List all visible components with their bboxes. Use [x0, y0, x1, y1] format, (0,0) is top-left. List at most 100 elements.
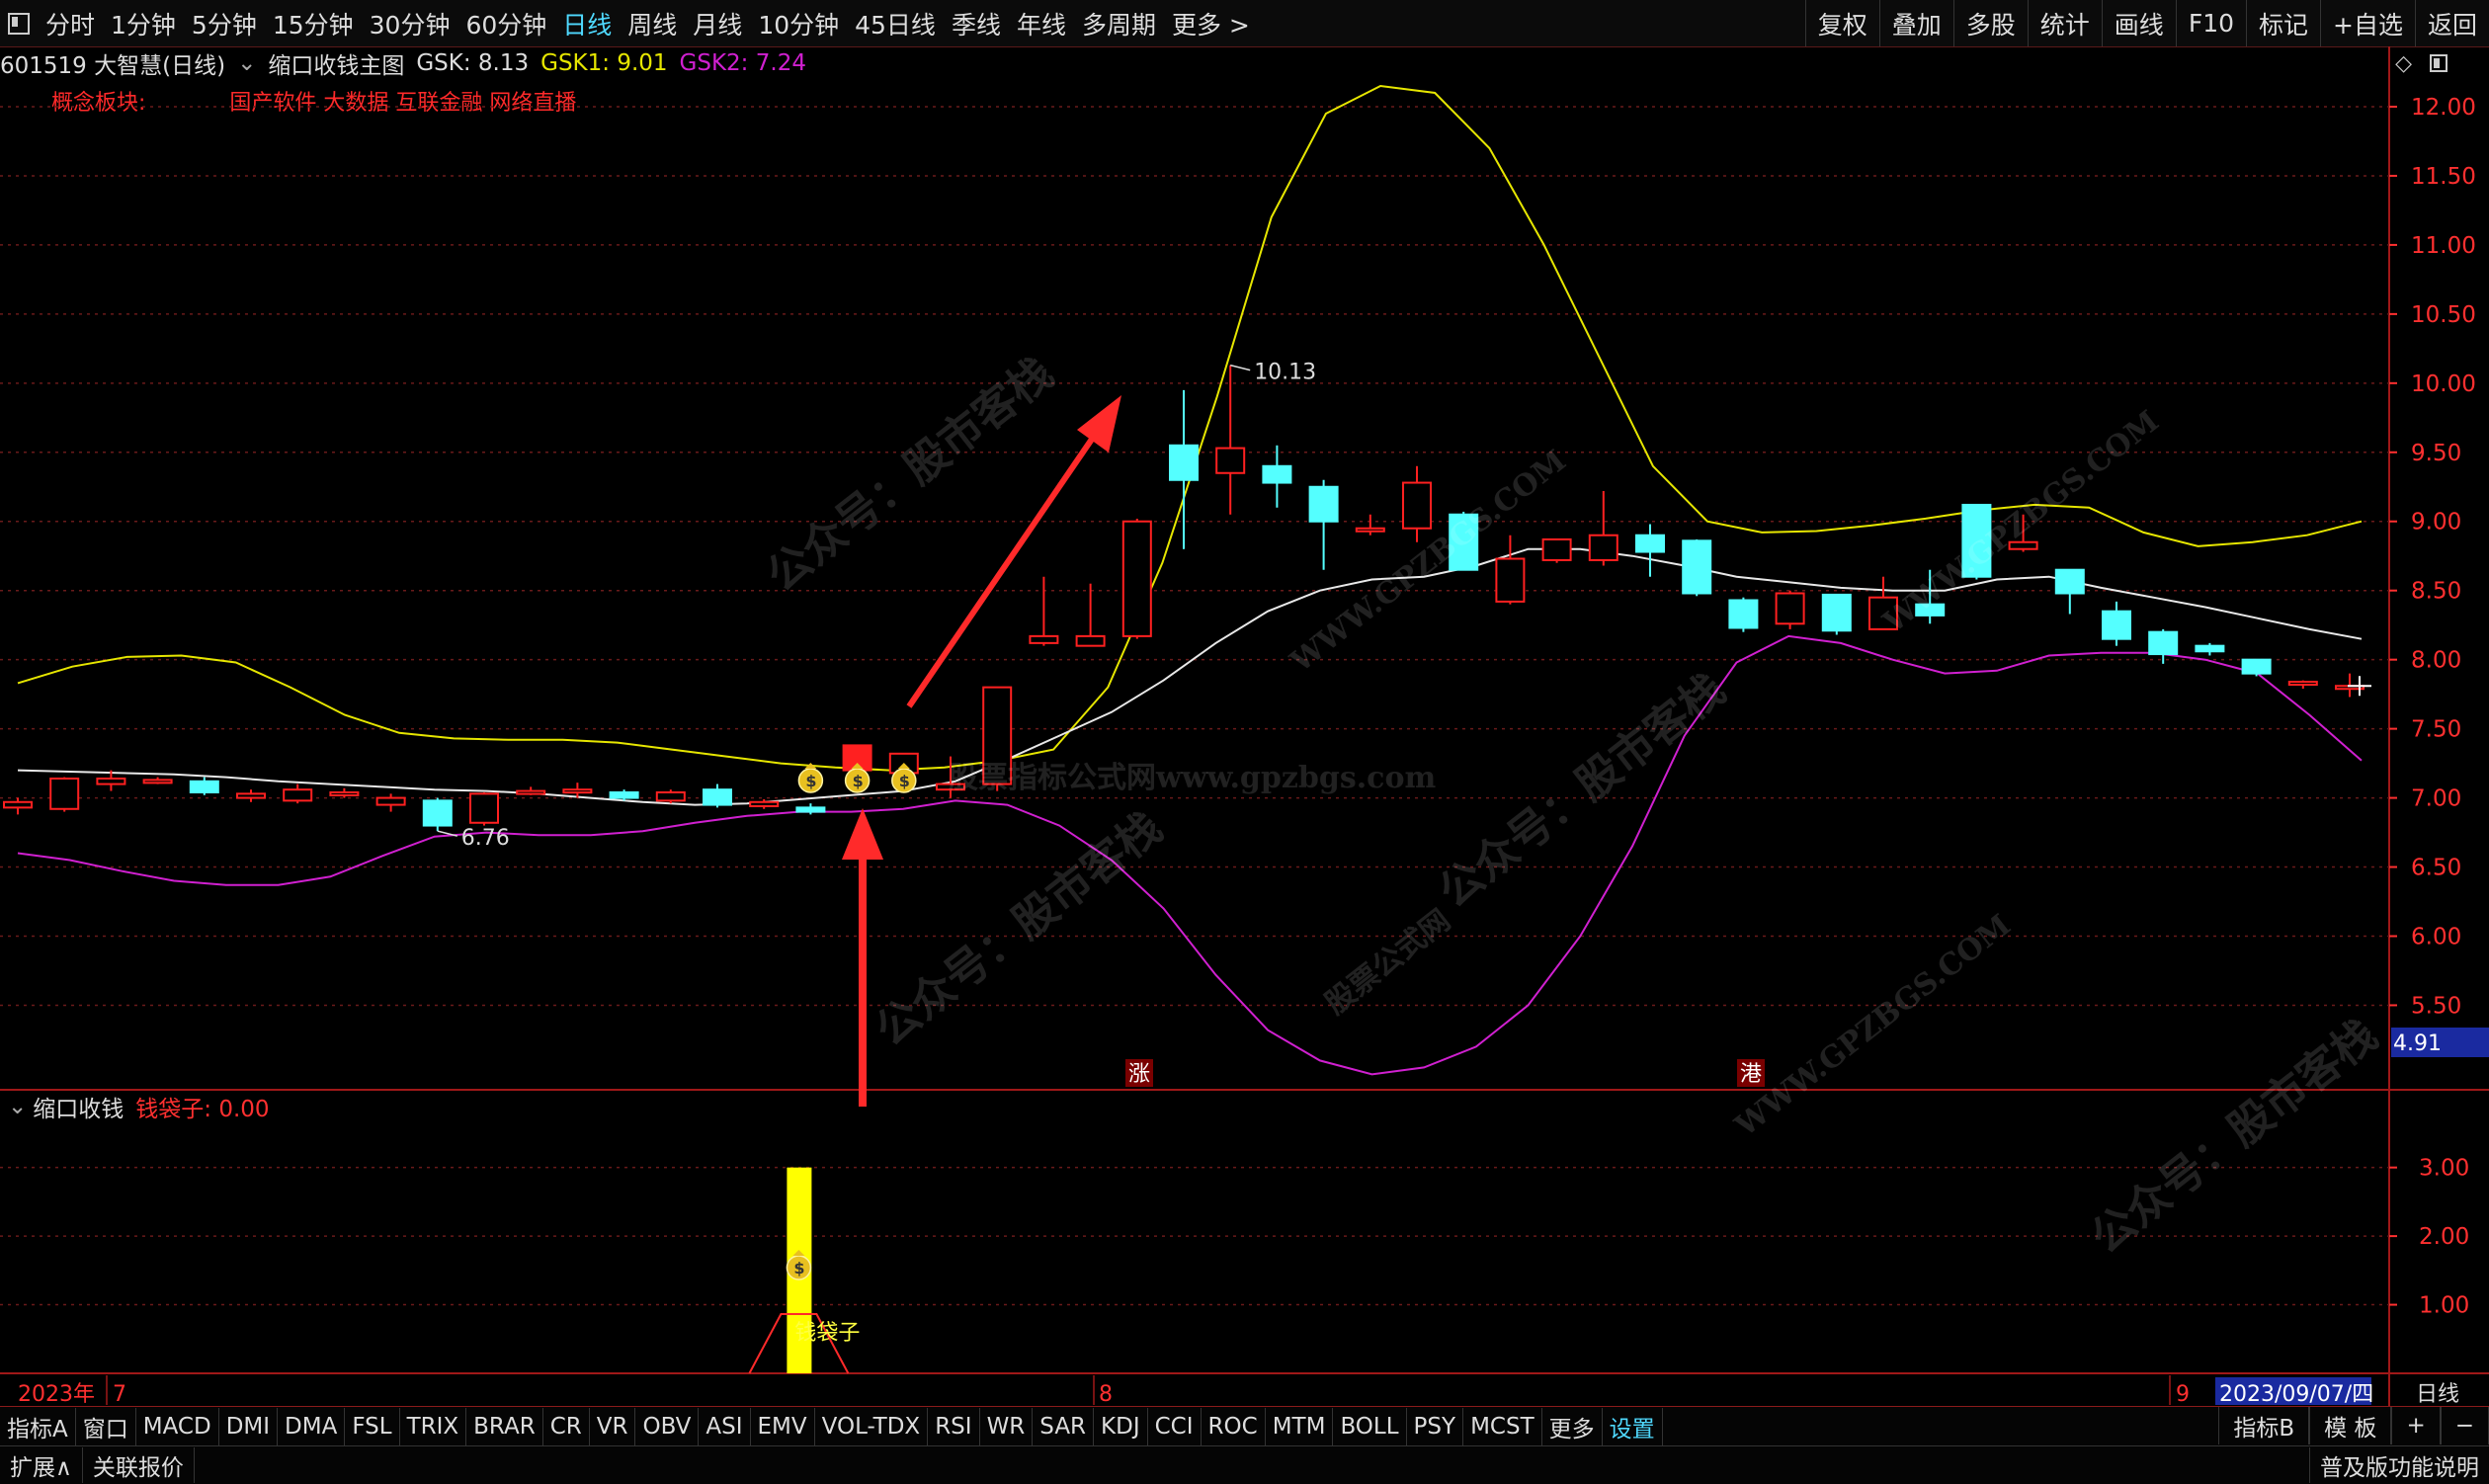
candle-body: [1402, 481, 1432, 530]
indicator-tab-5[interactable]: FSL: [345, 1408, 400, 1445]
chart-grid: [0, 46, 2489, 1406]
diag-arrow-head: [1077, 395, 1121, 453]
indicator-tab-10[interactable]: OBV: [635, 1408, 700, 1445]
indicator-tab-25[interactable]: 设置: [1603, 1408, 1663, 1445]
price-label: 6.00: [2411, 924, 2461, 949]
sub-indicator-name[interactable]: 缩口收钱: [33, 1090, 124, 1123]
candle-body: [189, 780, 219, 793]
candle-body: [982, 686, 1013, 785]
candle-body: [1821, 593, 1852, 632]
candle-body: [936, 783, 965, 791]
candle: [469, 791, 499, 826]
indicator-tab-15[interactable]: WR: [980, 1408, 1034, 1445]
indicator-right-button-1[interactable]: 模 板: [2309, 1407, 2392, 1444]
indicator-tab-9[interactable]: VR: [590, 1408, 636, 1445]
related-quote-button[interactable]: 关联报价: [83, 1447, 195, 1483]
indicator-tab-13[interactable]: VOL-TDX: [815, 1408, 929, 1445]
candle: [422, 797, 453, 832]
candle-body: [1961, 503, 1992, 578]
candle-body: [1355, 527, 1385, 533]
price-label: 7.50: [2411, 717, 2461, 743]
candle: [2008, 514, 2038, 552]
indicator-tab-16[interactable]: SAR: [1033, 1408, 1095, 1445]
candle: [236, 789, 266, 802]
indicator-right-button-2[interactable]: +: [2391, 1407, 2441, 1444]
expand-button[interactable]: 扩展∧: [0, 1447, 83, 1483]
money-bag-symbol: $: [853, 772, 864, 790]
candle: [1495, 535, 1526, 605]
price-label: 12.00: [2411, 95, 2476, 121]
candle-body: [2054, 568, 2085, 595]
candle: [982, 686, 1013, 791]
candle: [1262, 445, 1292, 508]
indicator-tab-0[interactable]: 指标A: [0, 1408, 76, 1445]
indicator-tab-1[interactable]: 窗口: [76, 1408, 136, 1445]
candle: [2287, 680, 2318, 690]
indicator-tabs-bar: 指标A 窗口 MACD DMI DMA FSL TRIX BRAR CR VR OBV ASI EMV V…: [0, 1406, 2489, 1446]
candle: [655, 789, 686, 804]
indicator-tab-23[interactable]: MCST: [1463, 1408, 1542, 1445]
marker-gang: 港: [1740, 1062, 1762, 1087]
indicator-right-button-3[interactable]: −: [2440, 1407, 2489, 1444]
indicator-tab-20[interactable]: MTM: [1266, 1408, 1334, 1445]
indicator-tab-19[interactable]: ROC: [1202, 1408, 1266, 1445]
candle-body: [1588, 534, 1618, 561]
candle-body: [375, 796, 406, 806]
candle-body: [1308, 485, 1339, 523]
sub-axis-label: 2.00: [2419, 1224, 2469, 1250]
candle: [1075, 583, 1106, 647]
candle: [516, 786, 546, 795]
year-label: 2023年: [18, 1382, 95, 1406]
indicator-bar-right: 指标B 模 板 + −: [2218, 1407, 2489, 1446]
candle-body: [2102, 610, 2131, 640]
sub-dropdown-icon[interactable]: ⌄: [8, 1094, 27, 1119]
indicator-tab-list: 指标A 窗口 MACD DMI DMA FSL TRIX BRAR CR VR OBV ASI EMV V…: [0, 1408, 1663, 1445]
indicator-tab-22[interactable]: PSY: [1407, 1408, 1464, 1445]
candle-body: [283, 788, 313, 802]
money-bag-symbol: $: [805, 772, 816, 790]
money-bag-symbol: $: [793, 1259, 804, 1278]
indicator-tab-4[interactable]: DMA: [278, 1408, 346, 1445]
date-axis: 2023年 7 8 9 2023/09/07/四 日线: [18, 1375, 2459, 1406]
indicator-tab-12[interactable]: EMV: [751, 1408, 815, 1445]
indicator-tab-2[interactable]: MACD: [136, 1408, 219, 1445]
candle: [1728, 597, 1759, 632]
high-pointer: [1230, 364, 1251, 371]
indicator-tab-21[interactable]: BOLL: [1333, 1408, 1407, 1445]
indicator-tab-7[interactable]: BRAR: [466, 1408, 543, 1445]
candle-body: [2287, 681, 2318, 687]
edition-help-button[interactable]: 普及版功能说明: [2309, 1447, 2489, 1483]
candle-body: [1682, 539, 1712, 595]
current-price-value: 4.91: [2393, 1031, 2442, 1056]
sub-panel-title-row: ⌄ 缩口收钱 钱袋子: 0.00: [0, 1090, 270, 1123]
candle-body: [469, 792, 499, 824]
mid-band-line: [17, 547, 2363, 806]
candle: [1029, 576, 1059, 646]
candle: [2054, 568, 2085, 615]
indicator-tab-18[interactable]: CCI: [1148, 1408, 1202, 1445]
up-arrow-head: [842, 808, 883, 860]
price-label: 8.00: [2411, 648, 2461, 674]
indicator-tab-17[interactable]: KDJ: [1094, 1408, 1148, 1445]
candle-body: [1635, 534, 1665, 553]
channel-bands: [17, 84, 2363, 1076]
indicator-tab-3[interactable]: DMI: [219, 1408, 279, 1445]
indicator-right-button-0[interactable]: 指标B: [2218, 1407, 2310, 1444]
indicator-tab-8[interactable]: CR: [543, 1408, 590, 1445]
candle: [1821, 593, 1852, 635]
kline-chart[interactable]: 12.00 11.50 11.00 10.50 10.00 9.50 9.00 8.50 8.0…: [0, 0, 2489, 1406]
indicator-tab-11[interactable]: ASI: [699, 1408, 751, 1445]
candle-body: [2241, 658, 2272, 675]
candle: [1682, 538, 1712, 597]
candle: [375, 793, 406, 812]
candle: [795, 803, 826, 815]
indicator-tab-6[interactable]: TRIX: [400, 1408, 467, 1445]
period-label: 日线: [2416, 1382, 2459, 1406]
indicator-tab-24[interactable]: 更多: [1542, 1408, 1603, 1445]
candle-body: [795, 806, 826, 813]
candle-body: [1029, 634, 1059, 644]
candle: [1449, 511, 1479, 571]
candle-body: [1728, 599, 1759, 629]
price-label: 10.50: [2411, 302, 2476, 328]
indicator-tab-14[interactable]: RSI: [928, 1408, 980, 1445]
